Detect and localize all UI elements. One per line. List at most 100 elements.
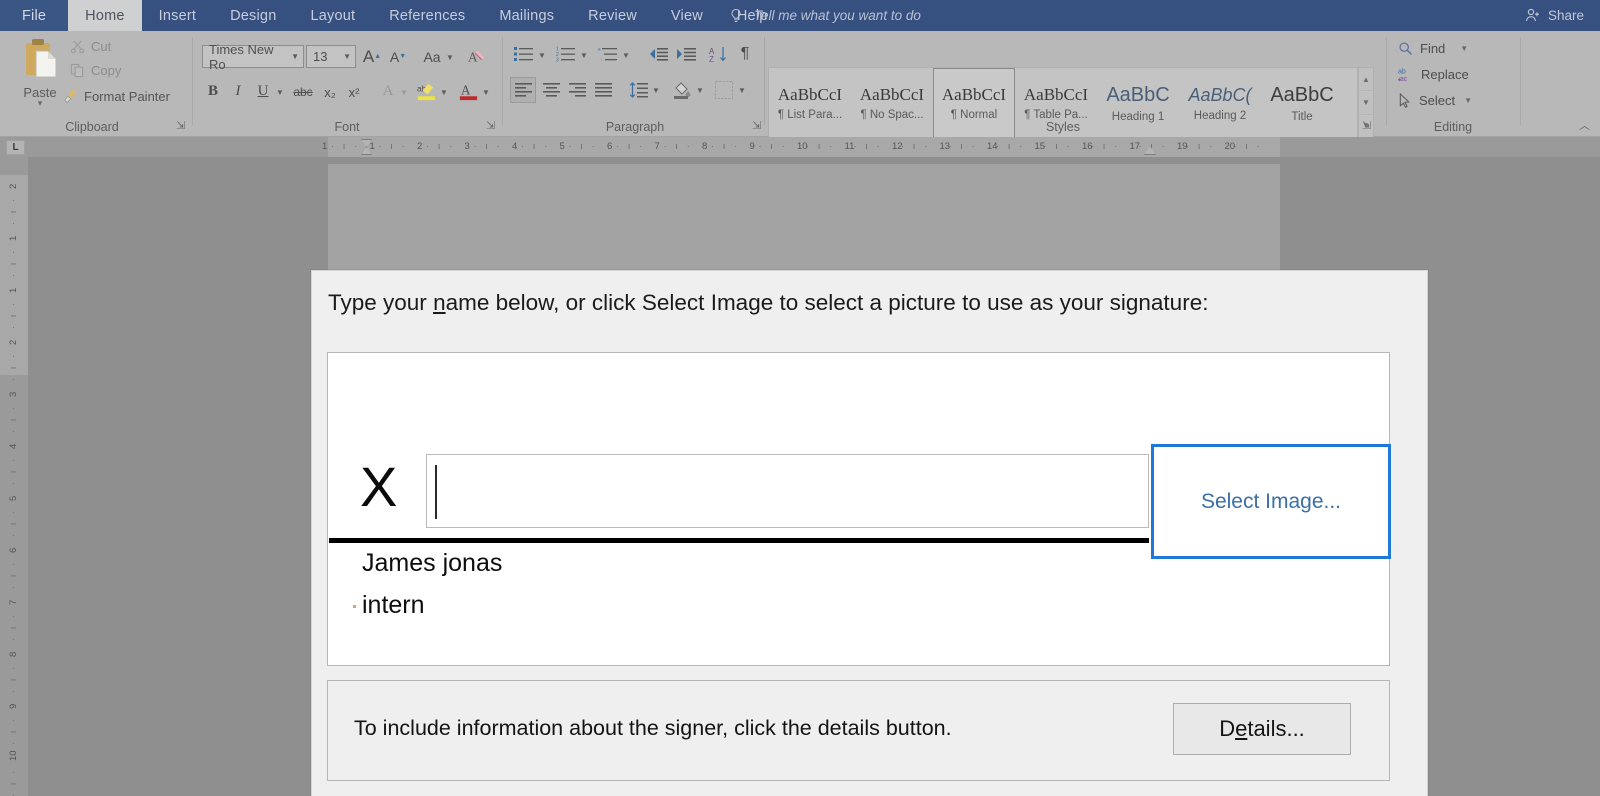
dialog-prompt-before: Type your xyxy=(328,290,434,315)
line-spacing-dropdown-arrow[interactable]: ▼ xyxy=(652,86,660,95)
tab-view[interactable]: View xyxy=(654,0,720,31)
paint-bucket-icon xyxy=(674,82,691,99)
clear-formatting-icon: A xyxy=(468,49,484,64)
borders-button[interactable] xyxy=(712,77,736,103)
justify-button[interactable] xyxy=(590,77,616,103)
clear-formatting-button[interactable]: A xyxy=(466,44,488,68)
change-case-dropdown-arrow[interactable]: ▼ xyxy=(446,53,454,62)
multilevel-list-button[interactable]: a i xyxy=(596,43,620,65)
line-spacing-button[interactable] xyxy=(626,77,650,103)
ruler-tick-marks: · ı · xyxy=(8,507,19,537)
ruler-tick-marks: · ı · xyxy=(1233,141,1263,152)
font-dialog-launcher[interactable]: ⇲ xyxy=(486,119,495,132)
decrease-indent-button[interactable] xyxy=(646,43,670,65)
share-button[interactable]: Share xyxy=(1524,0,1584,31)
bullets-dropdown-arrow[interactable]: ▼ xyxy=(538,51,546,60)
grow-font-button[interactable]: A ▲ xyxy=(362,46,382,67)
ruler-tick-label: 2 xyxy=(8,183,19,189)
align-left-button[interactable] xyxy=(510,77,536,103)
styles-scroll-up-button[interactable]: ▲ xyxy=(1359,68,1373,92)
underline-button[interactable]: U xyxy=(253,81,273,101)
font-color-button[interactable]: A xyxy=(456,79,480,103)
find-button[interactable]: Find ▼ xyxy=(1398,41,1468,56)
numbered-list-button[interactable]: 1 2 3 xyxy=(554,43,578,65)
ruler-tick-marks: · ı · xyxy=(948,141,978,152)
styles-scroll-down-button[interactable]: ▼ xyxy=(1359,91,1373,115)
strikethrough-button[interactable]: abc xyxy=(290,82,316,102)
replace-button[interactable]: ab ac Replace xyxy=(1398,67,1469,82)
bullet-list-button[interactable] xyxy=(512,43,536,65)
tab-layout[interactable]: Layout xyxy=(293,0,372,31)
select-image-link[interactable]: Select Image... xyxy=(1151,444,1391,559)
collapse-ribbon-button[interactable]: ︿ xyxy=(1579,117,1590,133)
font-name-combo[interactable]: Times New Ro ▼ xyxy=(202,42,304,72)
ruler-tick-marks: · ı · xyxy=(8,195,19,225)
superscript-button[interactable]: x² xyxy=(344,82,364,102)
shading-button[interactable] xyxy=(670,77,694,103)
style-preview: AaBbCcI xyxy=(859,85,925,104)
text-effects-dropdown-arrow[interactable]: ▼ xyxy=(400,88,408,97)
decrease-indent-icon xyxy=(650,47,668,61)
ribbon-tabs: File Home Insert Design Layout Reference… xyxy=(0,0,785,31)
subscript-label: x₂ xyxy=(324,84,336,100)
format-painter-button[interactable]: Format Painter xyxy=(62,88,170,104)
details-button[interactable]: De tails... xyxy=(1173,703,1351,755)
subscript-button[interactable]: x₂ xyxy=(320,82,340,102)
multilevel-dropdown-arrow[interactable]: ▼ xyxy=(622,51,630,60)
paste-button[interactable]: Paste ▾ xyxy=(12,37,68,133)
tell-me-search[interactable]: Tell me what you want to do xyxy=(728,0,921,31)
highlight-button[interactable]: ab xyxy=(414,79,438,103)
shading-dropdown-arrow[interactable]: ▼ xyxy=(696,86,704,95)
copy-button[interactable]: Copy xyxy=(70,63,121,78)
tab-mailings[interactable]: Mailings xyxy=(482,0,571,31)
paragraph-group-label: Paragraph xyxy=(605,120,665,134)
svg-text:A: A xyxy=(468,49,478,64)
text-effects-button[interactable]: A xyxy=(378,81,398,101)
vertical-ruler[interactable]: 2 · ı · 1 · ı · 1 · ı · 2 · ı · 3 · ı · 4 · ı · 5 · ı… xyxy=(0,157,28,796)
tab-home[interactable]: Home xyxy=(68,0,142,31)
ruler-tick-label: 5 xyxy=(559,141,565,152)
cut-button[interactable]: Cut xyxy=(70,39,111,54)
horizontal-ruler-ticks: 1 · ı · 1 · ı · 2 · ı · 3 · ı · 4 · ı · 5 · ı · 6 · ı… xyxy=(0,137,1600,157)
tab-review[interactable]: Review xyxy=(571,0,654,31)
tab-insert[interactable]: Insert xyxy=(142,0,213,31)
paste-dropdown-arrow[interactable]: ▾ xyxy=(12,99,68,108)
svg-text:Z: Z xyxy=(709,55,714,63)
styles-dialog-launcher[interactable]: ⇲ xyxy=(1362,119,1371,132)
tab-design-label: Design xyxy=(230,7,277,24)
chevron-down-icon: ▼ xyxy=(343,52,351,61)
underline-dropdown-arrow[interactable]: ▼ xyxy=(276,88,284,97)
svg-text:ab: ab xyxy=(1398,69,1406,76)
align-center-button[interactable] xyxy=(538,77,564,103)
increase-indent-button[interactable] xyxy=(674,43,698,65)
horizontal-ruler[interactable]: 1 · ı · 1 · ı · 2 · ı · 3 · ı · 4 · ı · 5 · ı · 6 · ı… xyxy=(0,137,1600,157)
select-dropdown-arrow[interactable]: ▼ xyxy=(1464,96,1472,105)
font-color-dropdown-arrow[interactable]: ▼ xyxy=(482,88,490,97)
text-cursor xyxy=(435,465,437,519)
ruler-tick-label: 2 xyxy=(417,141,423,152)
tab-file[interactable]: File xyxy=(0,0,69,31)
sort-button[interactable]: A Z xyxy=(706,43,730,65)
numbering-dropdown-arrow[interactable]: ▼ xyxy=(580,51,588,60)
tab-stop-selector[interactable]: L xyxy=(6,140,25,155)
select-button[interactable]: Select ▼ xyxy=(1398,93,1472,108)
highlight-dropdown-arrow[interactable]: ▼ xyxy=(440,88,448,97)
tab-design[interactable]: Design xyxy=(213,0,293,31)
tab-references[interactable]: References xyxy=(372,0,482,31)
paragraph-dialog-launcher[interactable]: ⇲ xyxy=(752,119,761,132)
change-case-button[interactable]: Aa xyxy=(420,46,444,67)
align-right-button[interactable] xyxy=(564,77,590,103)
font-size-combo[interactable]: 13 ▼ xyxy=(306,45,356,68)
ruler-tick-marks: · ı · xyxy=(996,141,1026,152)
bold-button[interactable]: B xyxy=(203,81,223,101)
signature-setup-dialog[interactable]: Type your name below, or click Select Im… xyxy=(311,270,1428,796)
italic-button[interactable]: I xyxy=(228,81,248,101)
find-dropdown-arrow[interactable]: ▼ xyxy=(1460,44,1468,53)
signature-name-input[interactable] xyxy=(426,454,1149,528)
shrink-font-button[interactable]: A ▼ xyxy=(388,46,408,67)
show-formatting-marks-button[interactable]: ¶ xyxy=(734,43,756,65)
strikethrough-label: abc xyxy=(293,85,313,99)
ruler-tick-label: 2 xyxy=(8,339,19,345)
borders-dropdown-arrow[interactable]: ▼ xyxy=(738,86,746,95)
clipboard-dialog-launcher[interactable]: ⇲ xyxy=(176,119,185,132)
